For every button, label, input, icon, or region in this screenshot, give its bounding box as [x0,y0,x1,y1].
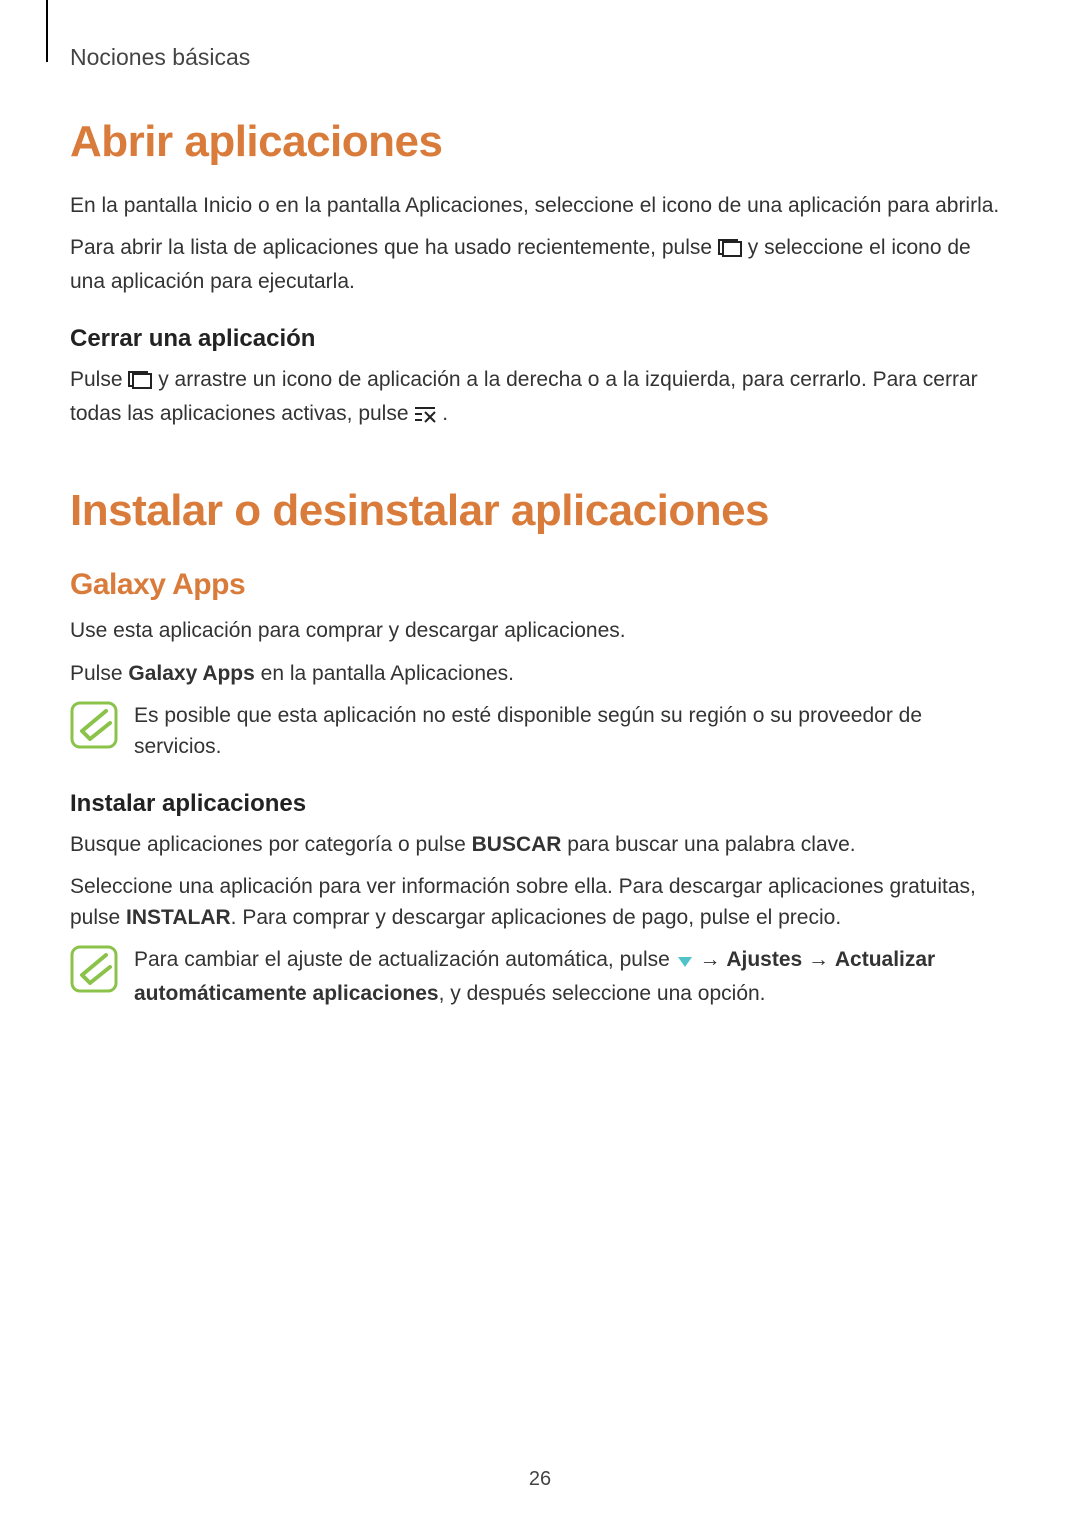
paragraph: Seleccione una aplicación para ver infor… [70,872,1010,933]
close-all-icon [414,402,436,432]
text-fragment: Para abrir la lista de aplicaciones que … [70,236,718,259]
paragraph: Pulse Galaxy Apps en la pantalla Aplicac… [70,659,1010,689]
text-fragment: para buscar una palabra clave. [561,833,855,856]
header-rule [46,0,48,62]
text-fragment: Pulse [70,662,128,685]
recent-apps-icon [718,236,742,266]
paragraph: Pulse y arrastre un icono de aplicación … [70,365,1010,432]
text-fragment: en la pantalla Aplicaciones. [255,662,514,685]
recent-apps-icon [128,368,152,398]
spacer [70,444,1010,486]
bold-text: BUSCAR [472,833,562,856]
bold-text: INSTALAR [126,906,231,929]
text-fragment: Busque aplicaciones por categoría o puls… [70,833,472,856]
heading-instalar-aplicaciones: Instalar aplicaciones [70,790,1010,818]
paragraph: Busque aplicaciones por categoría o puls… [70,830,1010,860]
page-number: 26 [0,1468,1080,1491]
text-fragment: Para cambiar el ajuste de actualización … [134,948,676,971]
chapter-title: Nociones básicas [70,44,1010,71]
text-fragment: Pulse [70,368,128,391]
text-fragment: → [699,948,726,971]
text-fragment: , y después seleccione una opción. [439,982,766,1005]
heading-instalar-desinstalar: Instalar o desinstalar aplicaciones [70,486,1010,536]
paragraph: Use esta aplicación para comprar y desca… [70,616,1010,646]
heading-abrir-aplicaciones: Abrir aplicaciones [70,117,1010,167]
bold-text: Ajustes [726,948,802,971]
page: Nociones básicas Abrir aplicaciones En l… [0,0,1080,1527]
note-block: Es posible que esta aplicación no esté d… [70,701,1010,762]
paragraph: En la pantalla Inicio o en la pantalla A… [70,191,1010,221]
heading-galaxy-apps: Galaxy Apps [70,568,1010,602]
note-block: Para cambiar el ajuste de actualización … [70,945,1010,1009]
note-text: Es posible que esta aplicación no esté d… [134,701,1010,762]
heading-cerrar-aplicacion: Cerrar una aplicación [70,325,1010,353]
dropdown-triangle-icon [676,948,694,978]
text-fragment: → [802,948,835,971]
text-fragment: . Para comprar y descargar aplicaciones … [231,906,842,929]
note-icon [70,701,118,754]
note-icon [70,945,118,998]
paragraph: Para abrir la lista de aplicaciones que … [70,233,1010,297]
bold-text: Galaxy Apps [128,662,254,685]
text-fragment: y arrastre un icono de aplicación a la d… [70,368,978,424]
note-text: Para cambiar el ajuste de actualización … [134,945,1010,1009]
text-fragment: . [442,402,448,425]
